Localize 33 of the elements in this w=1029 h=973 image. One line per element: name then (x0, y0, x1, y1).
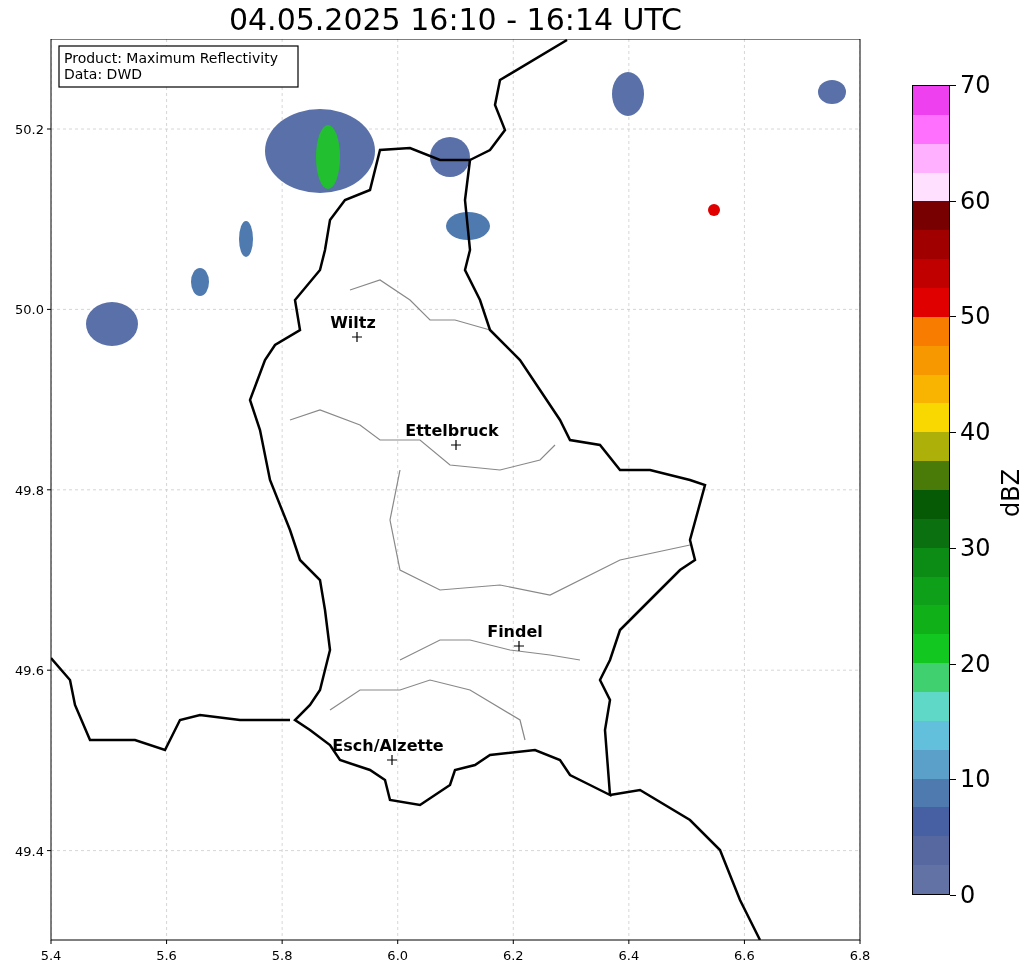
colorbar-tick-label: 50 (950, 301, 991, 332)
colorbar-tick-label: 30 (950, 532, 991, 563)
city-label: Findel (487, 622, 543, 641)
x-tick-label: 6.0 (387, 948, 409, 963)
y-tick-label: 50.2 (15, 122, 44, 137)
y-tick-label: 49.8 (15, 482, 44, 498)
y-tick-label: 49.4 (15, 843, 44, 859)
city-marker (450, 439, 462, 451)
chart-title: 04.05.2025 16:10 - 16:14 UTC (227, 1, 684, 39)
city-marker (351, 331, 363, 343)
city-label: Esch/Alzette (332, 736, 444, 755)
colorbar-tick-label: 70 (950, 70, 991, 100)
info-text: Data: DWD (64, 66, 142, 82)
info-text: Product: Maximum Reflectivity (64, 50, 278, 66)
colorbar-tick-label: 0 (950, 880, 976, 910)
city-label: Ettelbruck (405, 421, 499, 440)
x-tick-label: 5.8 (271, 948, 293, 963)
colorbar-tick-label: 40 (950, 417, 991, 448)
x-tick-label: 5.6 (156, 948, 177, 963)
city-label: Wiltz (330, 313, 376, 332)
y-tick-label: 49.6 (15, 663, 44, 679)
colorbar-tick-label: 10 (950, 764, 991, 795)
city-marker (386, 754, 398, 766)
colorbar-tick-label: 20 (950, 648, 991, 679)
x-tick-label: 6.4 (618, 948, 640, 963)
x-tick-label: 6.8 (849, 948, 871, 963)
x-tick-label: 6.6 (734, 948, 755, 963)
colorbar-tick-label: 60 (950, 185, 991, 216)
x-tick-label: 5.4 (40, 948, 62, 963)
colorbar-label: dBZ (996, 468, 1026, 517)
y-tick-label: 50.0 (15, 302, 44, 318)
x-tick-label: 6.2 (502, 948, 524, 963)
city-marker (513, 640, 525, 652)
